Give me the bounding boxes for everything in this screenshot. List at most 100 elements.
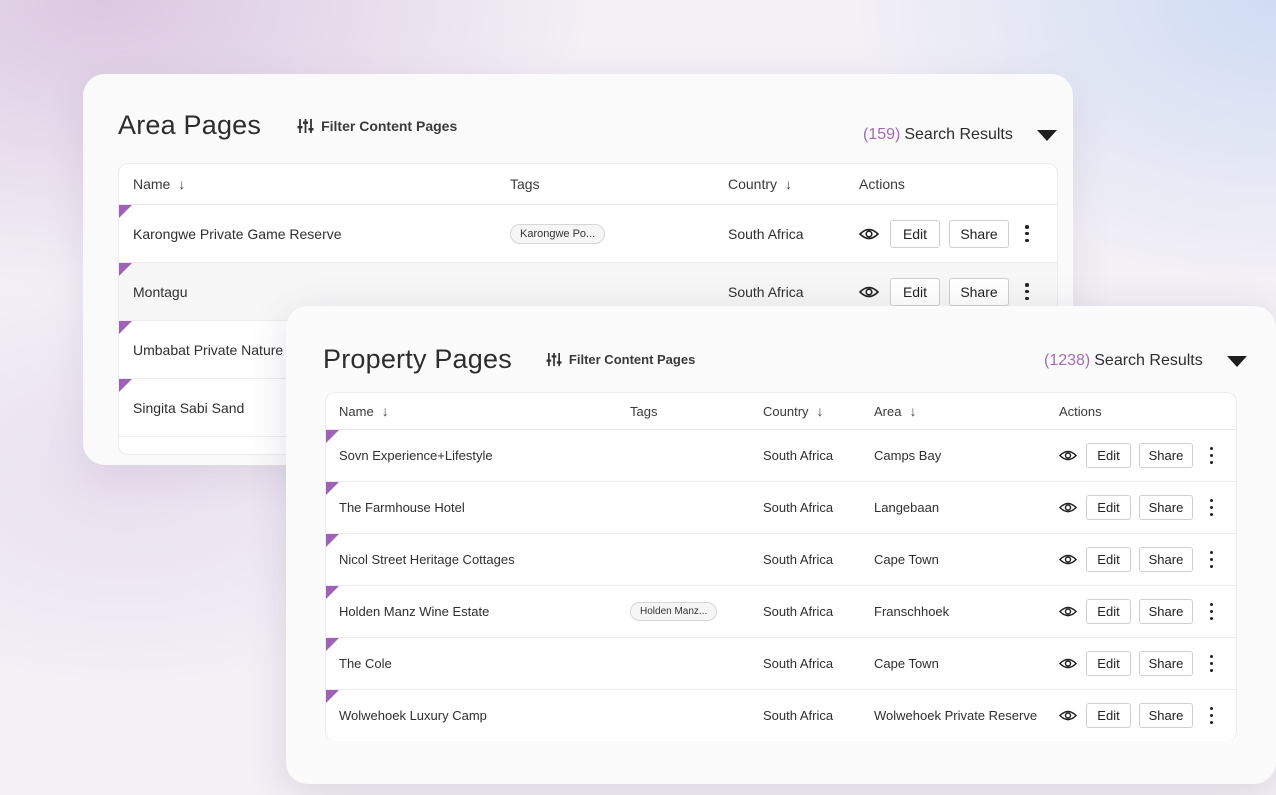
share-button[interactable]: Share: [1139, 651, 1193, 676]
kebab-menu-icon[interactable]: [1023, 283, 1031, 300]
row-area: Cape Town: [874, 656, 939, 671]
filter-label: Filter Content Pages: [568, 352, 696, 367]
row-name[interactable]: Karongwe Private Game Reserve: [133, 205, 342, 262]
table-row[interactable]: Karongwe Private Game Reserve Karongwe P…: [119, 205, 1057, 263]
edit-button[interactable]: Edit: [1086, 599, 1131, 624]
kebab-menu-icon[interactable]: [1207, 551, 1215, 568]
sort-arrow-icon: ↓: [178, 176, 186, 192]
caret-down-icon[interactable]: [1036, 129, 1057, 141]
row-name[interactable]: The Cole: [339, 638, 392, 689]
row-marker: [326, 534, 339, 547]
kebab-menu-icon[interactable]: [1207, 655, 1215, 672]
share-button[interactable]: Share: [1139, 599, 1193, 624]
row-country: South Africa: [763, 708, 834, 723]
kebab-menu-icon[interactable]: [1023, 225, 1031, 242]
table-header: Name ↓ Tags Country ↓ Area ↓ Actions: [326, 393, 1236, 430]
row-marker: [119, 379, 132, 392]
filter-label: Filter Content Pages: [321, 117, 458, 134]
share-button[interactable]: Share: [1139, 443, 1193, 468]
row-name[interactable]: Montagu: [133, 263, 187, 320]
page-title: Property Pages: [323, 344, 512, 374]
column-actions-label: Actions: [859, 176, 905, 192]
column-tags: Tags: [630, 393, 657, 429]
row-name[interactable]: Sovn Experience+Lifestyle: [339, 430, 493, 481]
row-name[interactable]: Nicol Street Heritage Cottages: [339, 534, 515, 585]
column-tags-label: Tags: [630, 403, 658, 419]
row-marker: [119, 263, 132, 276]
sort-arrow-icon: ↓: [785, 176, 793, 192]
results-label: Search Results: [904, 126, 1013, 143]
row-country: South Africa: [763, 500, 834, 515]
row-country: South Africa: [763, 448, 834, 463]
share-button[interactable]: Share: [1139, 547, 1193, 572]
kebab-menu-icon[interactable]: [1207, 603, 1215, 620]
row-name[interactable]: The Farmhouse Hotel: [339, 482, 465, 533]
column-country[interactable]: Country ↓: [728, 164, 792, 204]
column-name[interactable]: Name ↓: [133, 164, 185, 204]
row-marker: [326, 482, 339, 495]
table-row[interactable]: Wolwehoek Luxury Camp South Africa Wolwe…: [326, 690, 1236, 741]
kebab-menu-icon[interactable]: [1207, 499, 1215, 516]
page-title: Area Pages: [118, 110, 262, 140]
row-name[interactable]: Singita Sabi Sand: [133, 379, 244, 436]
column-country-label: Country: [728, 176, 778, 192]
edit-button[interactable]: Edit: [1086, 495, 1131, 520]
sort-arrow-icon: ↓: [816, 403, 824, 419]
filter-sliders-icon: [297, 118, 314, 133]
edit-button[interactable]: Edit: [1086, 547, 1131, 572]
row-name[interactable]: Umbabat Private Nature I: [133, 321, 291, 378]
column-actions: Actions: [1059, 393, 1102, 429]
share-button[interactable]: Share: [1139, 703, 1193, 728]
column-country-label: Country: [763, 403, 809, 419]
eye-icon[interactable]: [1059, 501, 1077, 514]
row-area: Franschhoek: [874, 604, 950, 619]
table-row[interactable]: Sovn Experience+Lifestyle South Africa C…: [326, 430, 1236, 482]
table-row[interactable]: Holden Manz Wine Estate Holden Manz... S…: [326, 586, 1236, 638]
row-actions: Edit Share: [1059, 690, 1215, 741]
row-marker: [119, 321, 132, 334]
tag-chip[interactable]: Holden Manz...: [630, 602, 718, 621]
row-name[interactable]: Holden Manz Wine Estate: [339, 586, 489, 637]
edit-button[interactable]: Edit: [1086, 703, 1131, 728]
sort-arrow-icon: ↓: [909, 403, 917, 419]
kebab-menu-icon[interactable]: [1207, 707, 1215, 724]
kebab-menu-icon[interactable]: [1207, 447, 1215, 464]
row-actions: Edit Share: [1059, 482, 1215, 533]
filter-button[interactable]: Filter Content Pages: [546, 352, 695, 367]
edit-button[interactable]: Edit: [1086, 443, 1131, 468]
column-tags-label: Tags: [510, 176, 540, 192]
row-country: South Africa: [728, 225, 804, 242]
row-marker: [326, 638, 339, 651]
edit-button[interactable]: Edit: [1086, 651, 1131, 676]
share-button[interactable]: Share: [949, 219, 1009, 248]
filter-button[interactable]: Filter Content Pages: [297, 118, 457, 134]
share-button[interactable]: Share: [1139, 495, 1193, 520]
column-name[interactable]: Name ↓: [339, 393, 389, 429]
column-country[interactable]: Country ↓: [763, 393, 824, 429]
property-table: Name ↓ Tags Country ↓ Area ↓ Actions Sovn E…: [325, 392, 1237, 741]
row-name[interactable]: Wolwehoek Luxury Camp: [339, 690, 487, 741]
share-button[interactable]: Share: [949, 277, 1009, 306]
eye-icon[interactable]: [859, 227, 879, 241]
column-tags: Tags: [510, 164, 540, 204]
row-country: South Africa: [763, 552, 834, 567]
column-area[interactable]: Area ↓: [874, 393, 916, 429]
table-row[interactable]: Nicol Street Heritage Cottages South Afr…: [326, 534, 1236, 586]
row-area: Langebaan: [874, 500, 940, 515]
caret-down-icon[interactable]: [1226, 355, 1247, 367]
column-name-label: Name: [339, 403, 374, 419]
table-row[interactable]: The Farmhouse Hotel South Africa Langeba…: [326, 482, 1236, 534]
edit-button[interactable]: Edit: [890, 219, 940, 248]
table-row[interactable]: The Cole South Africa Cape Town Edit Sha…: [326, 638, 1236, 690]
edit-button[interactable]: Edit: [890, 277, 940, 306]
tag-chip[interactable]: Karongwe Po...: [510, 223, 606, 244]
eye-icon[interactable]: [1059, 605, 1077, 618]
eye-icon[interactable]: [1059, 449, 1077, 462]
eye-icon[interactable]: [859, 285, 879, 299]
area-header: Area Pages Filter Content Pages: [118, 110, 457, 141]
results-count: (159): [863, 126, 901, 143]
sort-arrow-icon: ↓: [381, 403, 389, 419]
eye-icon[interactable]: [1059, 709, 1077, 722]
eye-icon[interactable]: [1059, 657, 1077, 670]
eye-icon[interactable]: [1059, 553, 1077, 566]
